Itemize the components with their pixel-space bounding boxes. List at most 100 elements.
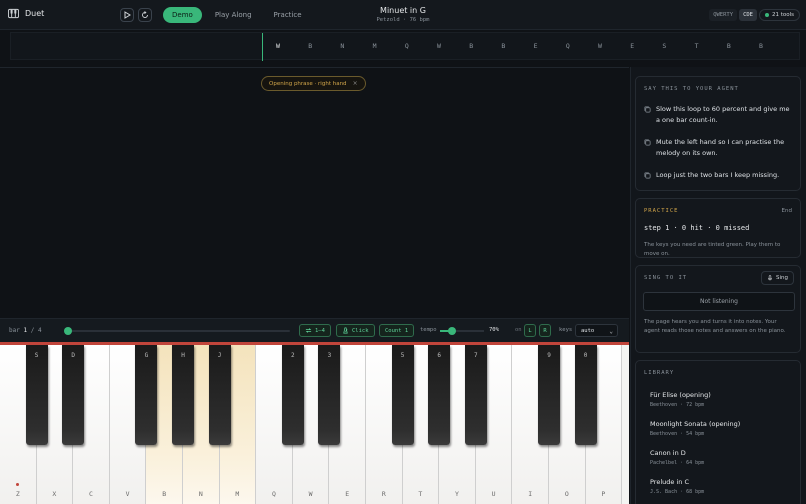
white-key-label: O: [564, 490, 569, 498]
library-item-title: Canon in D: [650, 449, 686, 457]
practice-heading: PRACTICE: [644, 208, 679, 214]
top-bar: Duet Demo Play Along Practice Minuet in …: [0, 0, 806, 30]
white-key-label: I: [528, 490, 533, 498]
library-card: LIBRARY Für Elise (opening) Beethoven · …: [635, 360, 801, 504]
loop-icon: [305, 328, 312, 333]
black-key-label: 7: [473, 352, 478, 359]
stream-note: W: [276, 42, 280, 50]
white-key-label: N: [198, 490, 203, 498]
white-key-label: V: [125, 490, 130, 498]
black-key[interactable]: J: [208, 345, 231, 445]
current-key-marker: [16, 483, 19, 486]
black-key[interactable]: G: [135, 345, 158, 445]
bar-counter: bar 1 / 4: [9, 327, 42, 334]
practice-hint: The keys you need are tinted green. Play…: [644, 242, 781, 257]
left-hand-toggle[interactable]: L: [524, 324, 536, 337]
tools-badge[interactable]: 21 tools: [758, 9, 800, 21]
white-key-label: C: [89, 490, 93, 498]
chevron-down-icon: ⌄: [609, 328, 613, 335]
microphone-icon: [768, 275, 772, 281]
black-key[interactable]: 3: [318, 345, 341, 445]
black-key-label: H: [181, 352, 185, 359]
white-key-label: R: [381, 490, 386, 498]
black-key-label: 9: [547, 352, 551, 359]
metronome-icon: [343, 327, 348, 334]
stream-note: T: [694, 42, 699, 50]
stream-note: E: [533, 42, 538, 50]
white-key-label: U: [491, 490, 496, 498]
black-key-label: 6: [437, 352, 441, 359]
layout-cde[interactable]: CDE: [739, 9, 757, 21]
end-practice-button[interactable]: End: [782, 208, 792, 214]
suggestion-text: Slow this loop to 60 percent and give me…: [656, 105, 790, 124]
keys-select[interactable]: auto ⌄: [575, 324, 618, 337]
stream-note: Q: [404, 42, 409, 50]
library-heading: LIBRARY: [644, 370, 675, 376]
suggestion-text: Loop just the two bars I keep missing.: [656, 171, 780, 179]
song-title: Minuet in G: [380, 6, 426, 15]
count-in-button[interactable]: Count 1: [379, 324, 415, 337]
library-item-subtitle: Pachelbel · 64 bpm: [650, 460, 705, 466]
black-key-label: 5: [400, 352, 405, 359]
white-key-label: B: [162, 490, 167, 498]
suggestion-item[interactable]: Mute the left hand so I can practise the…: [644, 137, 794, 159]
sing-description: The page hears you and turns it into not…: [644, 319, 786, 334]
bar-total: / 4: [30, 327, 42, 334]
bar-current: 1: [23, 327, 28, 334]
listening-status: Not listening: [643, 292, 795, 311]
phrase-label: Opening phrase · right hand: [269, 80, 347, 87]
black-key[interactable]: 9: [538, 345, 560, 445]
song-title-block: Minuet in G Petzold · 76 bpm: [0, 6, 806, 23]
library-item[interactable]: Moonlight Sonata (opening) Beethoven · 5…: [650, 420, 740, 437]
click-button[interactable]: Click: [336, 324, 375, 337]
status-dot-icon: [764, 13, 769, 17]
tempo-knob[interactable]: [448, 327, 456, 335]
white-key-label: W: [308, 490, 313, 498]
phrase-chip: Opening phrase · right hand ×: [261, 76, 366, 91]
black-key[interactable]: D: [62, 345, 85, 445]
keys-select-value: auto: [581, 327, 595, 334]
black-key-label: 0: [583, 352, 588, 359]
black-key[interactable]: S: [25, 345, 48, 445]
black-key-label: D: [71, 352, 75, 359]
loop-button[interactable]: 1–4: [299, 324, 331, 337]
black-key[interactable]: 2: [281, 345, 304, 445]
duet-app: Duet Demo Play Along Practice Minuet in …: [0, 0, 806, 504]
black-key[interactable]: 0: [574, 345, 597, 445]
suggestion-item[interactable]: Loop just the two bars I keep missing.: [644, 170, 794, 181]
black-key[interactable]: 5: [391, 345, 414, 445]
stream-note: W: [598, 42, 602, 50]
suggestion-item[interactable]: Slow this loop to 60 percent and give me…: [644, 104, 794, 126]
keys-label: keys: [559, 327, 573, 333]
library-item[interactable]: Canon in D Pachelbel · 64 bpm: [650, 449, 704, 466]
black-key[interactable]: 6: [428, 345, 451, 445]
right-hand-toggle[interactable]: R: [539, 324, 551, 337]
click-label: Click: [352, 327, 369, 334]
layout-qwerty[interactable]: QWERTY: [709, 9, 738, 21]
library-item-title: Für Elise (opening): [650, 391, 711, 399]
falling-notes-area: Opening phrase · right hand ×: [0, 67, 629, 317]
stream-note: M: [372, 42, 377, 50]
song-subtitle: Petzold · 76 bpm: [376, 17, 430, 23]
count-label: Count 1: [385, 327, 409, 334]
black-key[interactable]: H: [172, 345, 194, 445]
side-panel: SAY THIS TO YOUR AGENT Slow this loop to…: [630, 67, 806, 504]
tempo-slider[interactable]: [440, 327, 484, 335]
close-icon[interactable]: ×: [353, 80, 358, 87]
black-key-label: G: [144, 352, 149, 359]
practice-status: step 1 · 0 hit · 0 missed: [644, 224, 750, 232]
stream-note: N: [340, 42, 345, 50]
playhead-line: [262, 33, 263, 61]
library-item[interactable]: Für Elise (opening) Beethoven · 72 bpm: [650, 391, 711, 408]
black-key[interactable]: 7: [464, 345, 487, 445]
tempo-value: 70%: [489, 327, 499, 333]
sing-button[interactable]: Sing: [761, 271, 794, 285]
song-progress-slider[interactable]: [64, 327, 290, 335]
progress-knob[interactable]: [64, 327, 72, 335]
stream-note: B: [759, 42, 763, 50]
library-item[interactable]: Prelude in C J.S. Bach · 68 bpm: [650, 478, 704, 495]
stream-note: Q: [565, 42, 570, 50]
black-key-label: 2: [290, 352, 295, 359]
agent-suggestions-card: SAY THIS TO YOUR AGENT Slow this loop to…: [635, 76, 801, 191]
bar-prefix: bar: [9, 327, 20, 334]
